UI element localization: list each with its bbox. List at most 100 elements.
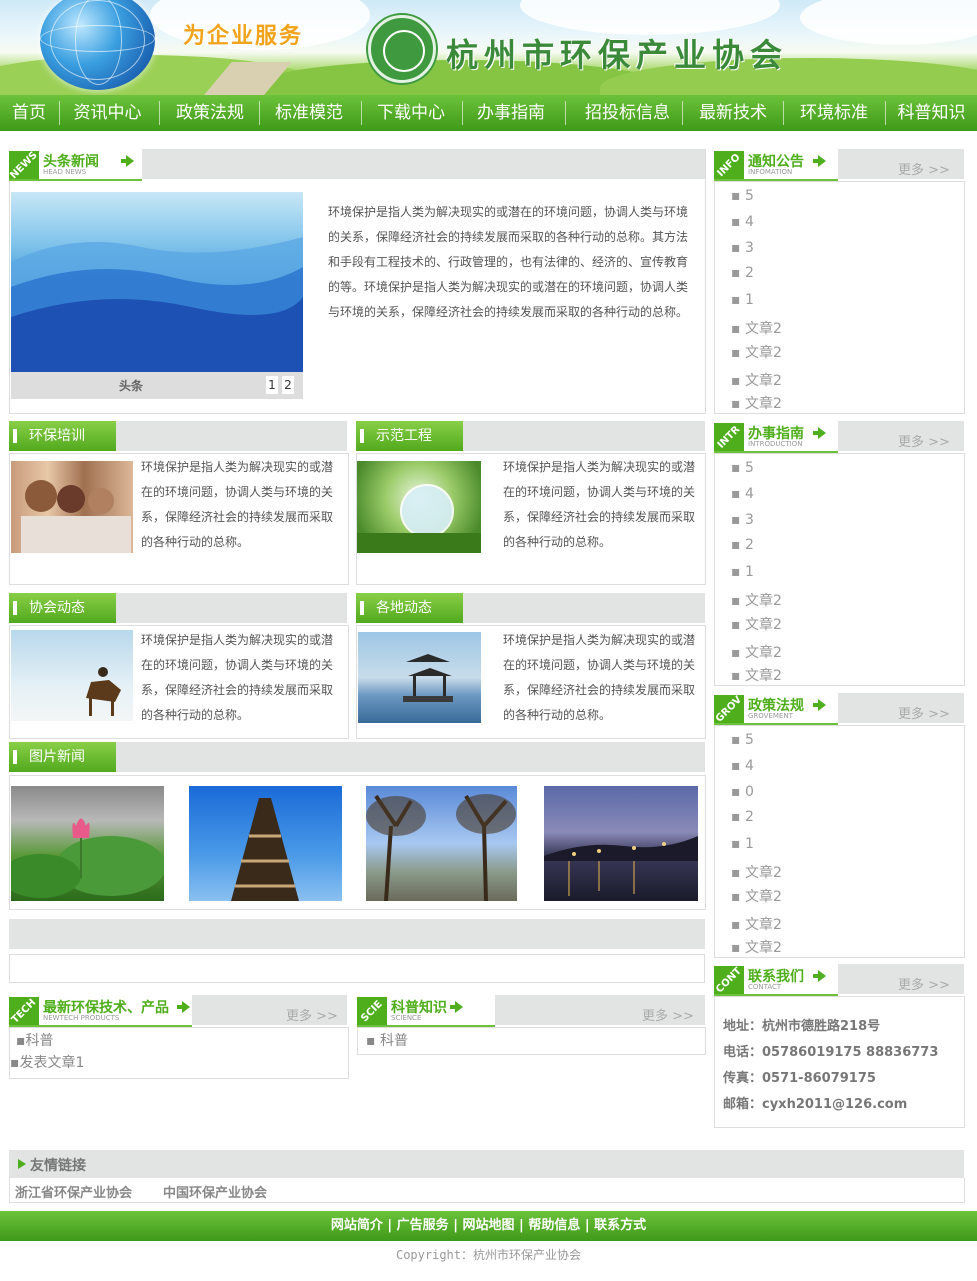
main-nav: 首页 资讯中心 政策法规 标准模范 下载中心 办事指南 招投标信息 最新技术 环…: [0, 95, 977, 131]
science-badge-icon: SCIE: [357, 997, 387, 1025]
headline-news-subtitle: HEAD NEWS: [43, 168, 87, 176]
science-more-link[interactable]: 更多 >>: [642, 1005, 694, 1024]
headline-caption-bar: 头条 1 2: [11, 372, 303, 399]
nav-item-policy[interactable]: 政策法规: [160, 95, 260, 131]
training-image[interactable]: [11, 461, 133, 553]
headline-page-1[interactable]: 1: [266, 376, 278, 394]
guide-more-link[interactable]: 更多 >>: [898, 431, 950, 450]
list-item[interactable]: ▪ 5: [731, 732, 754, 748]
arrow-right-icon: [818, 427, 826, 439]
nav-item-download[interactable]: 下载中心: [362, 95, 460, 131]
list-item[interactable]: ▪ 3: [731, 512, 754, 528]
association-logo[interactable]: [368, 15, 436, 83]
nav-item-bidding[interactable]: 招投标信息: [570, 95, 685, 131]
friend-link[interactable]: 中国环保产业协会: [163, 1182, 267, 1201]
triangle-right-icon: [18, 1159, 26, 1169]
list-item[interactable]: ▪ 3: [731, 240, 754, 256]
tech-more-link[interactable]: 更多 >>: [286, 1005, 338, 1024]
local-news-text: 环境保护是指人类为解决现实的或潜在的环境问题，协调人类与环境的关系，保障经济社会…: [503, 633, 696, 722]
nav-item-tech[interactable]: 最新技术: [683, 95, 783, 131]
list-item[interactable]: ▪ 科普: [366, 1030, 408, 1050]
intro-badge-icon: INTR: [714, 423, 744, 451]
list-item[interactable]: ▪ 2: [731, 265, 754, 281]
nav-item-guide[interactable]: 办事指南: [462, 95, 560, 131]
list-item[interactable]: ▪发表文章1: [10, 1052, 84, 1072]
list-item[interactable]: ▪ 文章2: [731, 393, 782, 413]
association-news-image[interactable]: [11, 630, 133, 721]
association-news-tab[interactable]: 协会动态: [9, 593, 116, 623]
training-tab[interactable]: 环保培训: [9, 421, 116, 451]
demo-project-tab[interactable]: 示范工程: [356, 421, 463, 451]
contact-address: 地址：杭州市德胜路218号: [723, 1019, 881, 1034]
nav-item-env-standard[interactable]: 环境标准: [784, 95, 884, 131]
list-item[interactable]: ▪ 5: [731, 460, 754, 476]
site-header: 为企业服务 杭州市环保产业协会: [0, 0, 977, 95]
tech-subtitle: NEWTECH PRODUCTS: [43, 1014, 120, 1022]
list-item[interactable]: ▪ 文章2: [731, 862, 782, 882]
training-text: 环境保护是指人类为解决现实的或潜在的环境问题，协调人类与环境的关系，保障经济社会…: [141, 460, 334, 549]
footer-link-help[interactable]: 帮助信息: [528, 1218, 580, 1233]
list-item[interactable]: ▪ 文章2: [731, 590, 782, 610]
notice-list: ▪ 5 ▪ 4 ▪ 3 ▪ 2 ▪ 1 ▪ 文章2 ▪ 文章2 ▪ 文章2 ▪ …: [714, 181, 965, 414]
photo-pagoda[interactable]: [189, 786, 342, 901]
notice-more-link[interactable]: 更多 >>: [898, 159, 950, 178]
footer-link-sitemap[interactable]: 网站地图: [462, 1218, 514, 1233]
list-item[interactable]: ▪ 文章2: [731, 342, 782, 362]
headline-caption: 头条: [119, 379, 144, 393]
list-item[interactable]: ▪ 文章2: [731, 665, 782, 685]
footer-links-bar: 网站简介 | 广告服务 | 网站地图 | 帮助信息 | 联系方式: [0, 1211, 977, 1241]
notice-subtitle: INFOMATION: [748, 168, 793, 176]
local-news-tab[interactable]: 各地动态: [356, 593, 463, 623]
footer-link-ads[interactable]: 广告服务: [397, 1218, 449, 1233]
nav-item-home[interactable]: 首页: [0, 95, 58, 131]
arrow-right-icon: [818, 155, 826, 167]
contact-fax: 传真：0571-86079175: [723, 1071, 876, 1086]
list-item[interactable]: ▪ 文章2: [731, 886, 782, 906]
list-item[interactable]: ▪ 文章2: [731, 614, 782, 634]
headline-page-2[interactable]: 2: [282, 376, 294, 394]
nav-item-science[interactable]: 科普知识: [886, 95, 977, 131]
list-item[interactable]: ▪ 4: [731, 486, 754, 502]
photo-news-tab[interactable]: 图片新闻: [9, 742, 116, 772]
list-item[interactable]: ▪ 文章2: [731, 370, 782, 390]
nav-item-news[interactable]: 资讯中心: [60, 95, 155, 131]
nav-item-standard[interactable]: 标准模范: [260, 95, 358, 131]
footer-link-about[interactable]: 网站简介: [331, 1218, 383, 1233]
list-item[interactable]: ▪ 文章2: [731, 318, 782, 338]
info-badge-icon: INFO: [714, 151, 744, 179]
list-item[interactable]: ▪ 5: [731, 188, 754, 204]
list-item[interactable]: ▪ 1: [731, 564, 754, 580]
list-item[interactable]: ▪ 文章2: [731, 642, 782, 662]
headline-news-header: NEWS 头条新闻 HEAD NEWS: [9, 149, 705, 181]
news-badge-icon: NEWS: [9, 151, 39, 179]
contact-phone: 电话：05786019175 88836773: [723, 1045, 939, 1060]
arrow-right-icon: [818, 699, 826, 711]
headline-image[interactable]: [11, 192, 303, 372]
list-item[interactable]: ▪ 文章2: [731, 914, 782, 934]
contact-subtitle: CONTACT: [748, 983, 782, 991]
copyright: Copyright：杭州市环保产业协会: [395, 1248, 582, 1262]
list-item[interactable]: ▪ 4: [731, 758, 754, 774]
footer-link-contact[interactable]: 联系方式: [594, 1218, 646, 1233]
contact-more-link[interactable]: 更多 >>: [898, 974, 950, 993]
local-news-image[interactable]: [358, 632, 481, 723]
list-item[interactable]: ▪ 4: [731, 214, 754, 230]
list-item[interactable]: ▪ 1: [731, 836, 754, 852]
friend-links-header: 友情链接: [9, 1150, 964, 1178]
photo-lakeside[interactable]: [366, 786, 517, 901]
list-item[interactable]: ▪ 2: [731, 537, 754, 553]
list-item[interactable]: ▪ 文章2: [731, 937, 782, 957]
photo-lotus[interactable]: [11, 786, 164, 901]
science-list: ▪ 科普: [357, 1027, 706, 1055]
list-item[interactable]: ▪ 1: [731, 292, 754, 308]
demo-project-image[interactable]: [357, 461, 481, 553]
list-item[interactable]: ▪科普: [16, 1030, 54, 1050]
photo-night-lake[interactable]: [544, 786, 698, 901]
list-item[interactable]: ▪ 2: [731, 809, 754, 825]
list-item[interactable]: ▪ 0: [731, 784, 754, 800]
policy-list: ▪ 5 ▪ 4 ▪ 0 ▪ 2 ▪ 1 ▪ 文章2 ▪ 文章2 ▪ 文章2 ▪ …: [714, 725, 965, 958]
policy-more-link[interactable]: 更多 >>: [898, 703, 950, 722]
friend-link[interactable]: 浙江省环保产业协会: [15, 1182, 132, 1201]
association-news-text: 环境保护是指人类为解决现实的或潜在的环境问题，协调人类与环境的关系，保障经济社会…: [141, 633, 334, 722]
contact-email: 邮箱：cyxh2011@126.com: [723, 1097, 908, 1112]
